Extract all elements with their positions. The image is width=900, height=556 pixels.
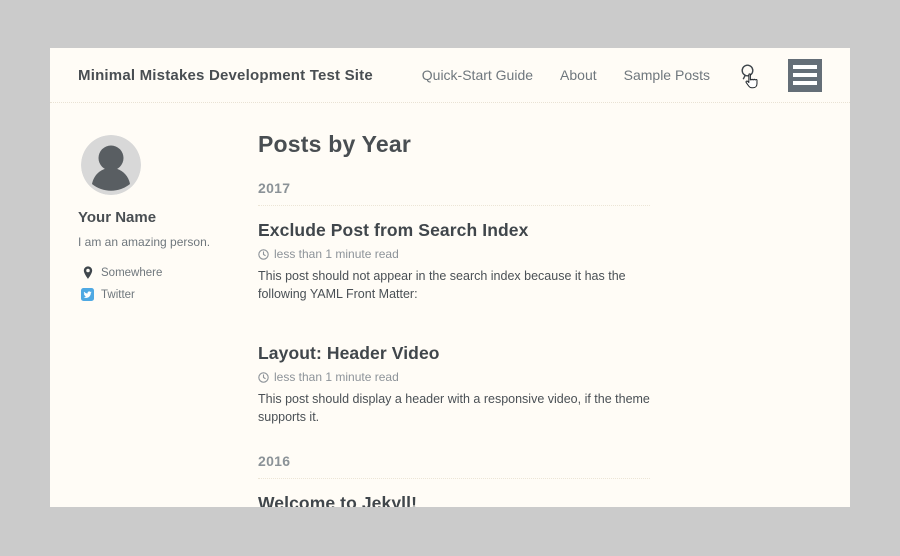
main-column: Posts by Year 2017 Exclude Post from Sea… [258,131,650,507]
post-title[interactable]: Exclude Post from Search Index [258,220,650,241]
author-link-label: Somewhere [101,267,162,279]
post-title[interactable]: Layout: Header Video [258,343,650,364]
page-title: Posts by Year [258,131,650,158]
clock-icon [258,249,269,260]
hamburger-menu-button[interactable] [788,59,822,92]
page-content: Your Name I am an amazing person. Somewh… [50,103,850,507]
masthead-nav: Quick-Start Guide About Sample Posts [422,59,822,92]
author-link-location[interactable]: Somewhere [78,266,258,280]
clock-icon [258,372,269,383]
search-button[interactable] [739,64,759,86]
desktop-background: { "masthead": { "site_title": "Minimal M… [0,0,900,556]
person-silhouette-icon [81,135,141,195]
section-posts: Welcome to Jekyll! less than 1 minute re… [258,493,650,508]
nav-item-about[interactable]: About [560,67,597,83]
location-pin-icon [81,266,94,280]
post-item: Layout: Header Video less than 1 minute … [258,343,650,430]
post-meta: less than 1 minute read [258,247,650,261]
author-links: Somewhere Twitter [78,266,258,301]
post-excerpt: This post should display a header with a… [258,390,650,430]
post-item: Welcome to Jekyll! less than 1 minute re… [258,493,650,508]
post-meta-text: less than 1 minute read [274,247,399,261]
site-page-card: Minimal Mistakes Development Test Site Q… [50,48,850,507]
hamburger-menu-icon [793,65,817,69]
year-heading: 2016 [258,453,650,479]
year-heading: 2017 [258,180,650,206]
post-title[interactable]: Welcome to Jekyll! [258,493,650,508]
author-name: Your Name [78,209,258,226]
year-section: 2016 Welcome to Jekyll! less than 1 minu… [258,453,650,508]
search-icon [739,64,756,81]
site-title[interactable]: Minimal Mistakes Development Test Site [78,67,373,84]
author-sidebar: Your Name I am an amazing person. Somewh… [78,131,258,507]
nav-item-sample-posts[interactable]: Sample Posts [624,67,710,83]
post-item: Exclude Post from Search Index less than… [258,220,650,329]
author-bio: I am an amazing person. [78,235,258,249]
post-meta: less than 1 minute read [258,370,650,384]
twitter-icon [81,288,94,301]
author-link-twitter[interactable]: Twitter [78,288,258,301]
post-excerpt: This post should not appear in the searc… [258,267,650,329]
author-link-label: Twitter [101,289,135,301]
author-avatar [81,135,141,195]
post-meta-text: less than 1 minute read [274,370,399,384]
post-sections: 2017 Exclude Post from Search Index less… [258,180,650,507]
masthead: Minimal Mistakes Development Test Site Q… [50,48,850,103]
section-posts: Exclude Post from Search Index less than… [258,220,650,431]
nav-item-quick-start-guide[interactable]: Quick-Start Guide [422,67,533,83]
year-section: 2017 Exclude Post from Search Index less… [258,180,650,431]
